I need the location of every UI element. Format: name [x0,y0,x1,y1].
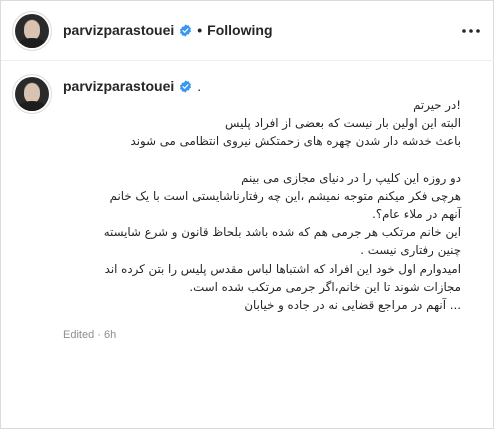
header-separator: • [197,22,203,38]
caption-line: باعث خدشه دار شدن چهره های زحمتکش نیروی … [130,134,462,149]
caption-line: امیدوارم اول خود این افراد که اشتباها لب… [104,261,461,276]
caption-line: آنهم در ملاء عام؟. [372,207,461,222]
following-button[interactable]: Following [207,22,272,38]
author-username[interactable]: parvizparastouei [63,22,174,38]
caption-line: هرچی فکر میکنم متوجه نمیشم ،این چه رفتار… [109,188,461,203]
header-author-row: parvizparastouei • Following [63,22,273,38]
avatar-body [17,101,47,111]
caption-text: !در حیرتم البته این اولین بار نیست که بع… [57,96,461,314]
post-header: parvizparastouei • Following [1,1,494,61]
caption-line: ... آنهم در مراجع قضایی نه در جاده و خیا… [244,298,461,313]
meta-separator: · [97,329,101,341]
avatar-body [17,38,47,48]
caption-line: دو روزه این کلیپ را در دنیای مجازی می بی… [241,170,461,185]
caption-author-row: parvizparastouei . [63,78,201,94]
edited-label: Edited [63,329,95,341]
caption-line: !در حیرتم [413,98,461,112]
verified-badge-icon [180,79,192,93]
caption-line: چنین رفتاری نیست . [360,243,461,258]
post-meta: Edited · 6h [63,329,116,341]
caption-line: این خانم مرتکب هر جرمی هم که شده باشد بل… [103,225,461,240]
more-horizontal-icon [462,29,480,33]
more-options-icon[interactable] [461,21,481,41]
avatar-face [24,20,40,40]
caption-line: البته این اولین بار نیست که بعضی از افرا… [225,116,461,131]
post-panel: parvizparastouei • Following parvizparas… [0,0,494,429]
caption-line: مجازات شوند تا این خانم،اگر جرمی مرتکب ش… [189,279,461,294]
avatar-face [24,83,40,103]
caption-username[interactable]: parvizparastouei [63,78,174,94]
verified-badge-icon [180,23,192,37]
caption-avatar[interactable] [15,77,49,111]
post-timestamp[interactable]: 6h [104,329,116,341]
caption-trailing-dot: . [197,78,202,94]
author-avatar[interactable] [15,14,49,48]
